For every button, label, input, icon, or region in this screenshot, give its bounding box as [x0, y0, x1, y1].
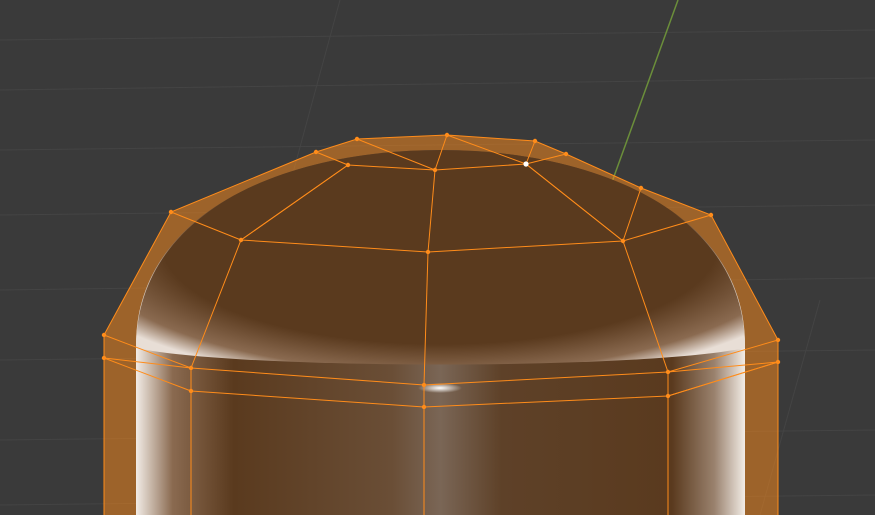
3d-viewport[interactable] — [0, 0, 875, 515]
active-vertex[interactable] — [523, 161, 529, 167]
capsule-dome — [136, 150, 745, 365]
